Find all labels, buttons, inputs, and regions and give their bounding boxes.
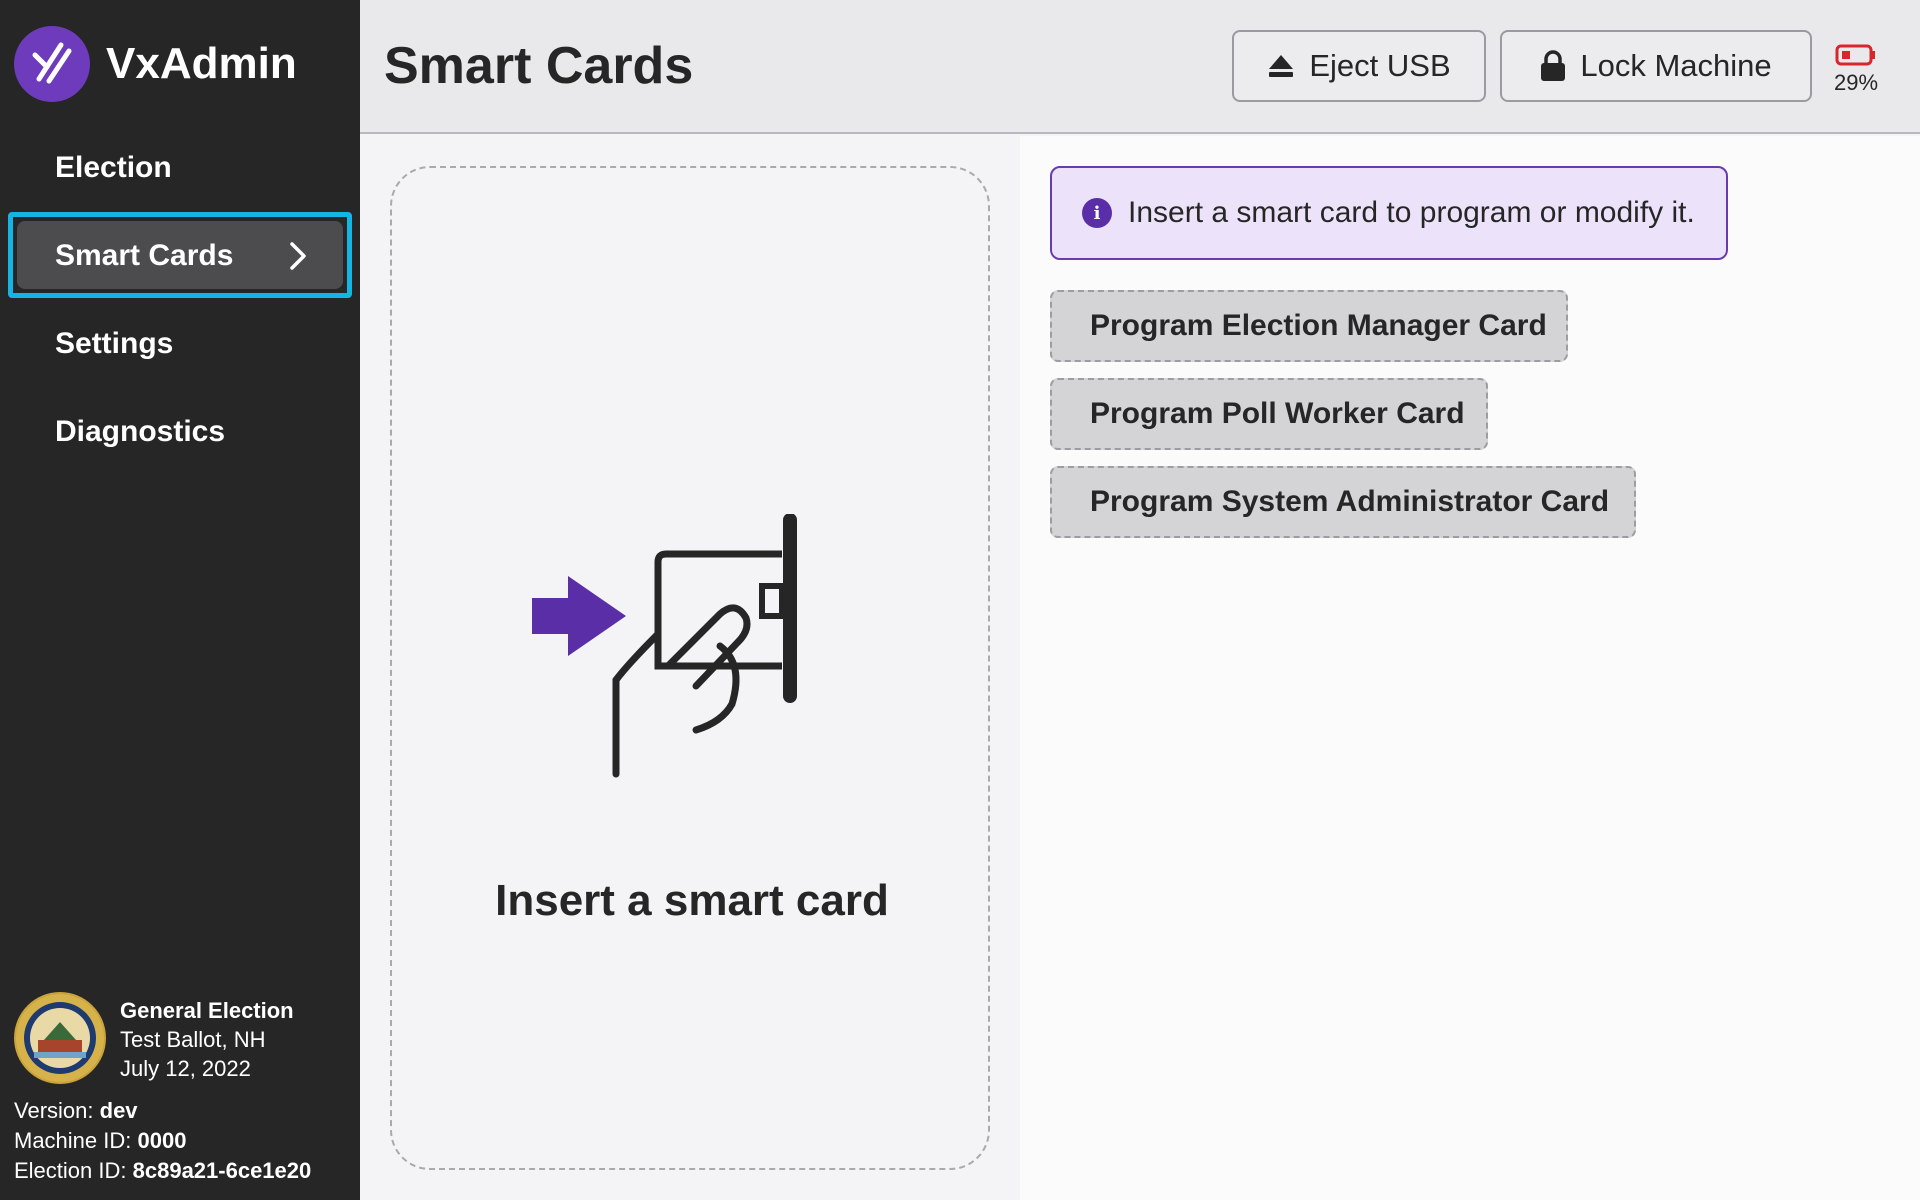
chevron-right-icon: [290, 242, 306, 270]
page-title: Smart Cards: [384, 37, 694, 95]
election-title: General Election: [120, 998, 294, 1023]
election-date: July 12, 2022: [120, 1056, 251, 1081]
sidebar-item-diagnostics[interactable]: Diagnostics: [55, 412, 225, 452]
machine-id-label: Machine ID:: [14, 1128, 132, 1153]
battery-status: 29%: [1834, 44, 1878, 96]
version-label: Version:: [14, 1098, 94, 1123]
program-election-manager-card-button[interactable]: Program Election Manager Card: [1050, 290, 1568, 362]
card-actions-panel: i Insert a smart card to program or modi…: [1020, 136, 1920, 1200]
battery-icon: [1835, 44, 1876, 66]
lock-machine-label: Lock Machine: [1580, 48, 1772, 83]
program-system-administrator-card-button[interactable]: Program System Administrator Card: [1050, 466, 1636, 538]
election-id-value: 8c89a21-6ce1e20: [132, 1158, 312, 1183]
election-id-label: Election ID:: [14, 1158, 127, 1183]
machine-meta: Version: dev Machine ID: 0000 Election I…: [14, 1096, 311, 1186]
eject-usb-label: Eject USB: [1309, 48, 1451, 83]
vx-logo-icon: [14, 26, 90, 102]
battery-percent: 29%: [1834, 70, 1879, 95]
eject-usb-button[interactable]: Eject USB: [1232, 30, 1486, 102]
app-name: VxAdmin: [106, 39, 297, 88]
election-ballot: Test Ballot, NH: [120, 1027, 266, 1052]
program-poll-worker-card-button[interactable]: Program Poll Worker Card: [1050, 378, 1488, 450]
insert-card-prompt: Insert a smart card: [495, 876, 889, 925]
brand: VxAdmin: [14, 26, 297, 102]
info-callout: i Insert a smart card to program or modi…: [1050, 166, 1728, 260]
program-election-manager-card-label: Program Election Manager Card: [1090, 309, 1547, 342]
lock-machine-button[interactable]: Lock Machine: [1500, 30, 1812, 102]
card-drop-zone: Insert a smart card: [390, 166, 990, 1170]
header: Smart Cards Eject USB Lock Machine 29%: [360, 0, 1920, 134]
sidebar: VxAdmin Election Smart Cards Settings Di…: [0, 0, 360, 1200]
info-callout-text: Insert a smart card to program or modify…: [1128, 196, 1695, 229]
insert-card-panel: Insert a smart card: [360, 136, 1020, 1200]
program-poll-worker-card-label: Program Poll Worker Card: [1090, 397, 1465, 430]
info-icon: i: [1082, 198, 1112, 228]
election-info: General Election Test Ballot, NH July 12…: [14, 992, 294, 1084]
sidebar-item-election[interactable]: Election: [55, 148, 172, 188]
version-value: dev: [99, 1098, 138, 1123]
machine-id-value: 0000: [137, 1128, 187, 1153]
sidebar-item-smart-cards[interactable]: Smart Cards: [55, 236, 233, 276]
state-seal-icon: [14, 992, 106, 1084]
lock-icon: [1540, 50, 1566, 82]
eject-icon: [1267, 53, 1295, 79]
insert-card-icon: [532, 514, 797, 778]
sidebar-item-settings[interactable]: Settings: [55, 324, 173, 364]
program-system-administrator-card-label: Program System Administrator Card: [1090, 485, 1610, 518]
